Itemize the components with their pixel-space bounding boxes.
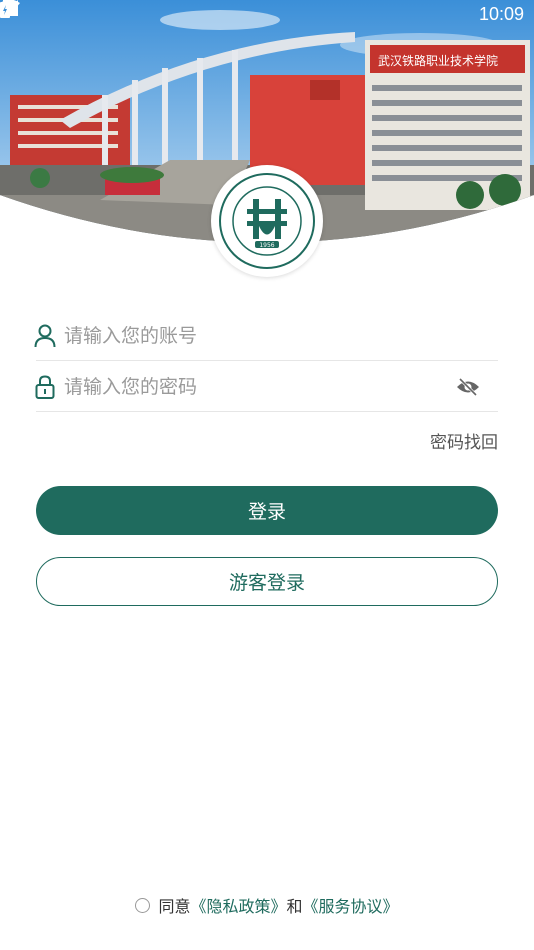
- school-logo: 1956: [211, 165, 323, 277]
- password-field: [34, 362, 498, 412]
- logo-year: 1956: [259, 242, 274, 249]
- account-field: [34, 311, 498, 361]
- banner-sign: 武汉铁路职业技术学院: [378, 53, 498, 68]
- privacy-policy-link[interactable]: 《隐私政策》: [190, 893, 286, 917]
- lock-icon: [34, 374, 56, 400]
- agree-prefix: 同意: [158, 897, 191, 916]
- service-agreement-link[interactable]: 《服务协议》: [303, 893, 399, 917]
- login-button[interactable]: 登录: [36, 486, 498, 535]
- forgot-password-link[interactable]: 密码找回: [430, 428, 498, 453]
- clock: 10:09: [478, 3, 524, 24]
- user-icon: [34, 323, 56, 349]
- agree-radio[interactable]: [135, 897, 151, 913]
- account-input[interactable]: [64, 315, 498, 356]
- guest-login-button[interactable]: 游客登录: [36, 557, 498, 606]
- status-bar: 10:09: [0, 0, 534, 28]
- agreement-row: 同意 《隐私政策》 和 《服务协议》: [0, 893, 534, 917]
- eye-off-icon[interactable]: [454, 373, 482, 401]
- password-input[interactable]: [64, 366, 454, 407]
- agree-and: 和: [286, 897, 303, 916]
